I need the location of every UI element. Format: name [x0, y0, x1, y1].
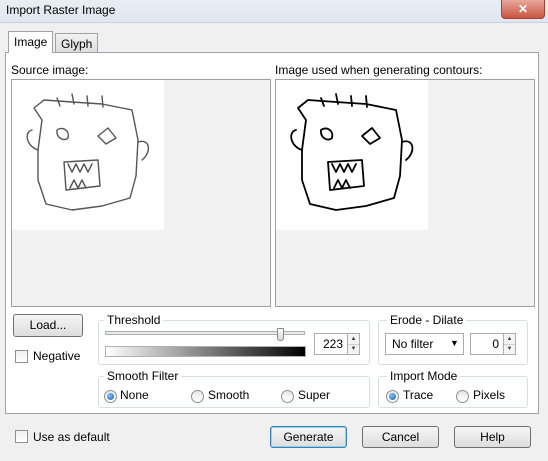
smooth-none-label: None	[120, 388, 149, 402]
negative-checkbox[interactable]	[15, 350, 28, 363]
threshold-spinner[interactable]: ▲ ▼	[348, 333, 360, 355]
help-button-label: Help	[480, 430, 505, 444]
threshold-slider-thumb[interactable]	[276, 328, 284, 341]
tab-glyph-label: Glyph	[61, 37, 93, 51]
erode-filter-value: No filter	[392, 337, 434, 351]
threshold-value-input[interactable]: 223	[314, 333, 348, 355]
load-button[interactable]: Load...	[13, 314, 83, 337]
close-button[interactable]: ✕	[501, 0, 545, 19]
negative-label: Negative	[33, 349, 81, 363]
use-default-checkbox[interactable]	[15, 430, 28, 443]
tab-image-label: Image	[14, 35, 48, 49]
smooth-filter-label: Smooth Filter	[104, 369, 182, 383]
smooth-smooth-label: Smooth	[208, 388, 250, 402]
load-button-label: Load...	[29, 318, 67, 332]
use-default-label: Use as default	[33, 430, 110, 444]
window-title: Import Raster Image	[6, 3, 116, 17]
import-mode-label: Import Mode	[387, 369, 461, 383]
smooth-super-label: Super	[298, 388, 331, 402]
threshold-gradient-bar	[105, 346, 306, 357]
generate-button-label: Generate	[283, 430, 334, 444]
import-pixels-label: Pixels	[473, 388, 506, 402]
tab-image[interactable]: Image	[8, 31, 54, 53]
erode-down-icon[interactable]: ▼	[504, 344, 515, 354]
smooth-none-radio[interactable]	[104, 390, 117, 403]
import-trace-label: Trace	[403, 388, 434, 402]
smooth-smooth-radio[interactable]	[191, 390, 204, 403]
erode-filter-select[interactable]: No filter ▼	[385, 333, 464, 355]
close-icon: ✕	[517, 2, 529, 16]
threshold-down-icon[interactable]: ▼	[348, 344, 359, 354]
generate-button[interactable]: Generate	[270, 426, 347, 448]
cancel-button[interactable]: Cancel	[362, 426, 439, 448]
threshold-slider-track[interactable]	[105, 331, 305, 335]
erode-dilate-label: Erode - Dilate	[387, 313, 467, 327]
cancel-button-label: Cancel	[381, 430, 420, 444]
contours-image-view	[275, 79, 535, 307]
source-image-canvas	[12, 80, 164, 230]
contours-image-canvas	[276, 80, 428, 230]
source-image-view	[11, 79, 271, 307]
source-monster-drawing	[26, 93, 149, 211]
chevron-down-icon: ▼	[450, 338, 459, 348]
smooth-super-radio[interactable]	[281, 390, 294, 403]
import-trace-radio[interactable]	[386, 390, 399, 403]
contours-image-label: Image used when generating contours:	[275, 63, 483, 77]
erode-spinner[interactable]: ▲ ▼	[504, 333, 516, 355]
threshold-label: Threshold	[104, 313, 164, 327]
contours-monster-drawing	[290, 93, 414, 211]
import-pixels-radio[interactable]	[456, 390, 469, 403]
help-button[interactable]: Help	[454, 426, 531, 448]
source-image-label: Source image:	[11, 63, 89, 77]
tab-glyph[interactable]: Glyph	[55, 33, 99, 53]
erode-value-input[interactable]: 0	[470, 333, 504, 355]
